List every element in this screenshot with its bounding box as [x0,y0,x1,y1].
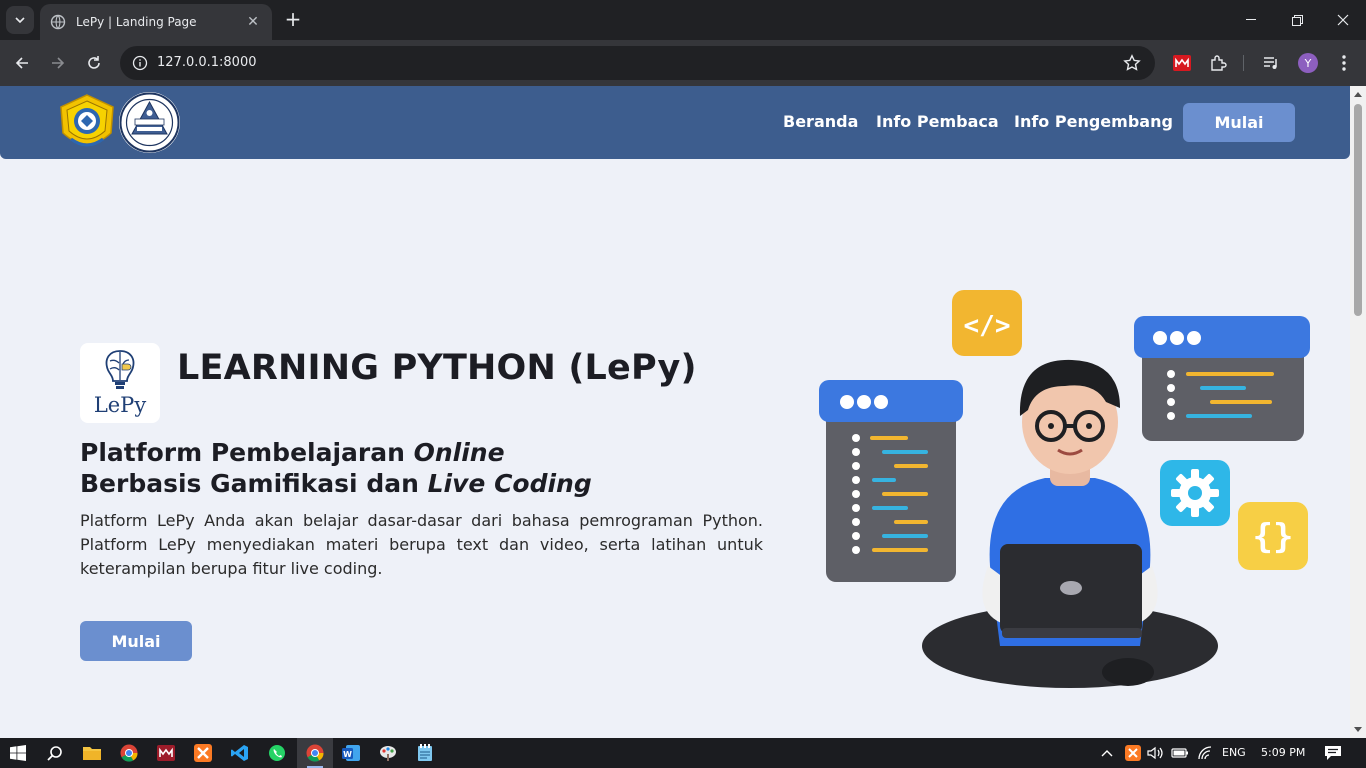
school-logo[interactable] [119,92,180,153]
subtitle-emphasis: Live Coding [427,469,592,498]
subtitle-emphasis: Online [413,438,505,467]
restore-icon [1291,14,1303,26]
hero-subtitle-line-2: Berbasis Gamifikasi dan Live Coding [80,469,592,498]
tab-bar: LePy | Landing Page ✕ + [0,0,1366,40]
reload-button[interactable] [82,51,106,75]
arrow-left-icon [15,57,28,69]
active-tab[interactable]: LePy | Landing Page ✕ [40,4,272,40]
battery-icon[interactable] [1168,741,1192,765]
tray-chevron-up-icon[interactable] [1101,749,1113,757]
word-icon[interactable]: W [339,741,363,765]
site-navbar: Beranda Info Pembaca Info Pengembang Mul… [0,86,1350,159]
whatsapp-icon[interactable] [265,741,289,765]
browser-menu-button[interactable] [1333,52,1355,74]
subtitle-text: Platform Pembelajaran [80,438,414,467]
navbar-mulai-button[interactable]: Mulai [1183,103,1295,142]
svg-text:</>: </> [964,311,1011,341]
curly-braces-icon: {} [1238,502,1308,570]
minimize-button[interactable] [1228,0,1274,40]
page-scrollbar[interactable] [1350,86,1366,738]
mendeley-icon[interactable] [154,741,178,765]
scroll-up-arrow-icon[interactable] [1354,92,1362,97]
nav-link-info-pembaca[interactable]: Info Pembaca [876,112,999,131]
close-window-button[interactable] [1320,0,1366,40]
scroll-thumb[interactable] [1354,104,1362,316]
notification-icon[interactable] [1321,741,1345,765]
forward-button[interactable] [46,51,70,75]
bookmark-star-icon[interactable] [1123,54,1141,72]
subtitle-text: Berbasis Gamifikasi dan [80,469,428,498]
university-logo[interactable] [57,93,117,153]
profile-avatar[interactable]: Y [1297,52,1319,74]
media-control-icon[interactable] [1260,52,1282,74]
hero-subtitle-line-1: Platform Pembelajaran Online [80,438,505,467]
wifi-icon[interactable] [1193,741,1217,765]
chrome-icon[interactable] [117,741,141,765]
language-indicator[interactable]: ENG [1222,746,1246,759]
lepy-logo: LePy [80,343,160,423]
nav-link-beranda[interactable]: Beranda [783,112,858,131]
page-viewport: Beranda Info Pembaca Info Pengembang Mul… [0,86,1350,738]
gear-icon [1160,460,1230,526]
scroll-down-arrow-icon[interactable] [1354,727,1362,732]
windows-taskbar: W ENG 5:09 PM [0,738,1366,768]
brain-bulb-icon [105,350,135,389]
site-info-icon[interactable] [132,55,148,71]
minimize-icon [1246,19,1256,20]
nav-link-info-pengembang[interactable]: Info Pengembang [1014,112,1173,131]
hero-mulai-button[interactable]: Mulai [80,621,192,661]
windows-start-icon[interactable] [6,741,30,765]
tray-xampp-icon[interactable] [1121,741,1145,765]
url-text[interactable]: 127.0.0.1:8000 [157,55,257,70]
kebab-menu-icon [1342,55,1346,71]
xampp-icon[interactable] [191,741,215,765]
vscode-icon[interactable] [228,741,252,765]
file-explorer-icon[interactable] [80,741,104,765]
back-button[interactable] [10,51,34,75]
coding-illustration: </> {} [819,290,1310,688]
mendeley-extension-icon[interactable] [1171,52,1193,74]
hero-title: LEARNING PYTHON (LePy) [177,348,697,388]
profile-initial: Y [1298,53,1318,73]
extensions-puzzle-icon[interactable] [1207,52,1229,74]
reload-icon [88,56,100,69]
arrow-right-icon [52,57,65,69]
globe-icon [50,14,66,30]
lepy-logo-text: LePy [93,393,147,417]
new-tab-button[interactable]: + [282,8,304,30]
close-icon [1337,14,1349,26]
search-icon[interactable] [43,741,67,765]
tab-search-button[interactable] [6,6,34,34]
paint-icon[interactable] [376,741,400,765]
hero-description: Platform LePy Anda akan belajar dasar-da… [80,511,763,578]
address-bar[interactable]: 127.0.0.1:8000 [120,46,1155,80]
tab-title: LePy | Landing Page [76,15,197,29]
chevron-down-icon [15,17,25,23]
speaker-icon[interactable] [1143,741,1167,765]
close-tab-icon[interactable]: ✕ [244,14,262,30]
code-window-left-icon [819,380,963,582]
toolbar-divider [1238,52,1248,74]
svg-text:W: W [343,750,352,759]
notepad-icon[interactable] [413,741,437,765]
browser-toolbar: 127.0.0.1:8000 Y [0,40,1366,86]
chrome-active-icon[interactable] [303,741,327,765]
clock-time[interactable]: 5:09 PM [1261,746,1305,759]
svg-text:{}: {} [1253,517,1294,557]
restore-button[interactable] [1274,0,1320,40]
code-window-right-icon [1134,316,1310,441]
code-tag-icon: </> [952,290,1022,356]
